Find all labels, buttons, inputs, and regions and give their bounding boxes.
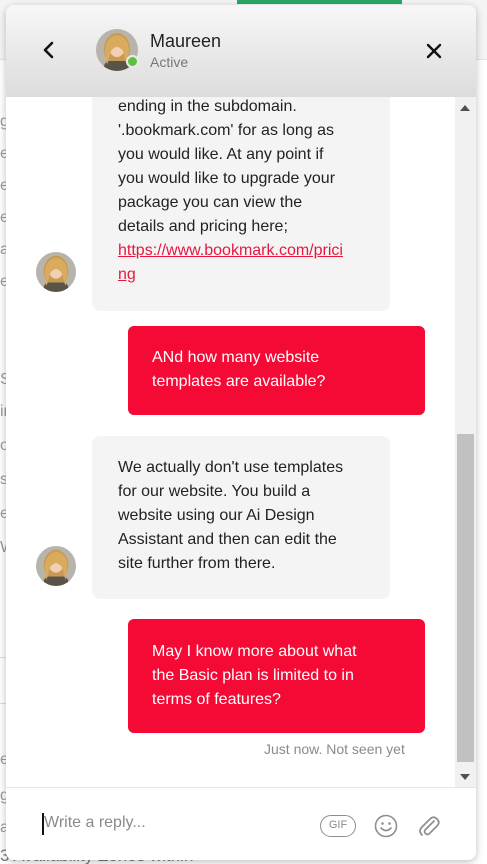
chat-widget: Maureen Active ending in the subdomain. … (6, 5, 476, 860)
message-line: May I know more about what (152, 643, 357, 660)
message-line: ANd how many website (152, 349, 320, 366)
message-line: ending in the subdomain. (118, 98, 297, 115)
message-line: details and pricing here; (118, 218, 288, 235)
message-line: We actually don't use templates (118, 459, 344, 476)
agent-name: Maureen (150, 31, 222, 51)
back-button[interactable] (38, 39, 60, 61)
online-status-indicator (126, 55, 139, 68)
reply-input[interactable] (44, 808, 304, 838)
message-line: terms of features? (152, 691, 281, 708)
message-line: you would like to upgrade your (118, 170, 336, 187)
close-button[interactable] (423, 40, 445, 62)
chevron-left-icon (43, 41, 54, 59)
message-line: '.bookmark.com' for as long as (118, 122, 334, 139)
user-message: May I know more about what the Basic pla… (128, 619, 425, 733)
message-line: the Basic plan is limited to in (152, 667, 354, 684)
scroll-up-arrow-icon[interactable] (460, 105, 470, 111)
background-accent-bar (237, 0, 402, 4)
agent-status: Active (150, 54, 189, 70)
message-line: templates are available? (152, 373, 326, 390)
emoji-button[interactable] (373, 813, 399, 839)
reply-composer: GIF (6, 787, 476, 860)
message-status: Just now. Not seen yet (264, 741, 405, 757)
message-line: site further from there. (118, 555, 276, 572)
agent-message: We actually don't use templates for our … (92, 436, 390, 599)
message-line: Assistant and then can edit the (118, 531, 337, 548)
pricing-link[interactable]: https://www.bookmark.com/prici (118, 239, 364, 263)
paperclip-icon (419, 816, 440, 836)
message-line: website using our Ai Design (118, 507, 315, 524)
close-icon (426, 43, 442, 59)
message-list[interactable]: ending in the subdomain. '.bookmark.com'… (6, 97, 455, 787)
gif-button[interactable]: GIF (320, 815, 356, 837)
pricing-link-continued[interactable]: ng (118, 263, 364, 287)
emoji-icon (374, 814, 398, 838)
message-line: for our website. You build a (118, 483, 311, 500)
agent-avatar (36, 252, 76, 292)
message-line: you would like. At any point if (118, 146, 324, 163)
agent-avatar (36, 546, 76, 586)
chat-header: Maureen Active (6, 5, 476, 97)
attach-button[interactable] (417, 813, 441, 839)
user-message: ANd how many website templates are avail… (128, 326, 425, 415)
agent-message: ending in the subdomain. '.bookmark.com'… (92, 97, 390, 311)
message-line: package you can view the (118, 194, 303, 211)
scrollbar[interactable] (455, 97, 476, 787)
scrollbar-thumb[interactable] (457, 434, 474, 762)
scroll-down-arrow-icon[interactable] (460, 774, 470, 780)
